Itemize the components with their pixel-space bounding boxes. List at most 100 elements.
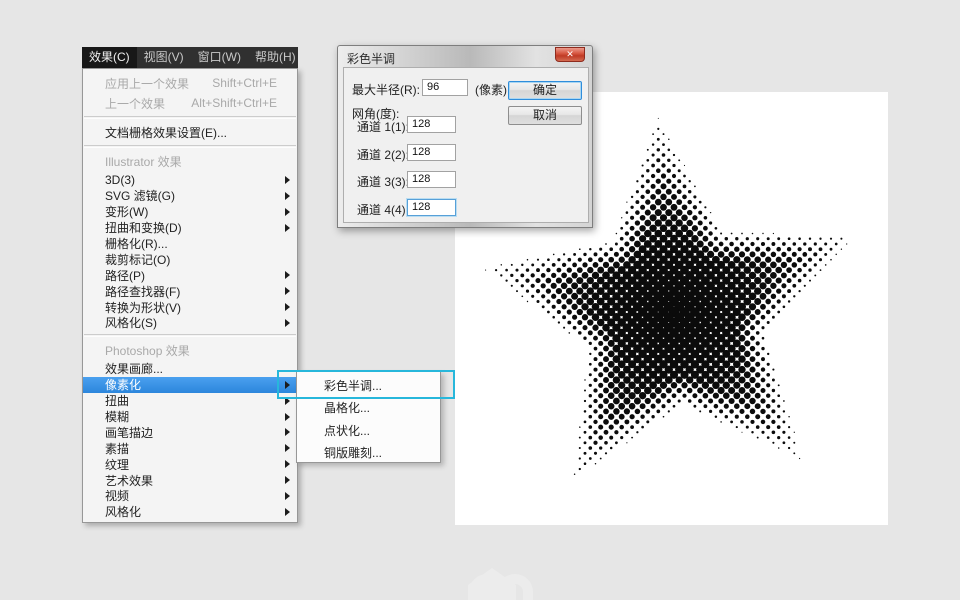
submenu-arrow-icon [285,491,290,500]
submenu-item[interactable]: 铜版雕刻... [297,442,440,465]
menubar-item[interactable]: 帮助(H) [248,47,298,68]
menubar-item[interactable]: 视图(V) [137,47,191,68]
menu-item[interactable]: 风格化(S) [83,315,297,331]
menu-item-label: Photoshop 效果 [105,343,190,358]
menu-item-label: Illustrator 效果 [105,155,182,169]
menu-item-label: 艺术效果 [105,473,154,488]
menu-item-label: 纹理 [105,457,130,472]
color-halftone-dialog: 彩色半调 ✕ 最大半径(R): 96 (像素) 网角(度): 通道 1(1): 1… [337,45,593,228]
menu-item-label: 3D(3) [105,172,136,187]
submenu-item[interactable]: 彩色半调... [297,374,440,397]
menu-item[interactable]: 风格化 [83,504,297,520]
menu-item-label: 变形(W) [105,205,149,220]
menu-item[interactable]: 栅格化(R)... [83,236,297,252]
menu-item[interactable]: 路径查找器(F) [83,283,297,299]
menu-item-label: 应用上一个效果 [105,76,190,91]
submenu-item[interactable]: 晶格化... [297,397,440,420]
submenu-arrow-icon [285,318,290,327]
submenu-arrow-icon [285,396,290,405]
menubar-item[interactable]: 窗口(W) [191,47,248,68]
submenu-arrow-icon [285,223,290,232]
submenu-arrow-icon [285,303,290,312]
menu-item-label: 路径查找器(F) [105,284,181,299]
submenu-arrow-icon [285,271,290,280]
submenu-arrow-icon [285,207,290,216]
submenu-item[interactable]: 点状化... [297,419,440,442]
menu-item[interactable]: 文档栅格效果设置(E)... [83,122,297,142]
menu-item[interactable]: 像素化 [83,376,297,393]
menu-item-label: 视频 [105,489,130,504]
menu-item[interactable]: 视频 [83,488,297,504]
channel-label: 通道 1(1): [357,120,410,134]
menu-item-label: SVG 滤镜(G) [105,189,176,204]
menu-item-label: 扭曲和变换(D) [105,221,182,236]
menu-item-label: 文档栅格效果设置(E)... [105,125,227,140]
menu-item[interactable]: 画笔描边 [83,424,297,440]
menu-item-label: 路径(P) [105,268,145,283]
menu-item[interactable]: 3D(3) [83,172,297,188]
max-radius-unit: (像素) [475,83,507,97]
close-icon: ✕ [566,49,574,59]
channel-input[interactable]: 128 [407,198,456,216]
menu-separator [84,116,296,119]
max-radius-label: 最大半径(R): [352,83,420,97]
effects-menu: 应用上一个效果 Shift+Ctrl+E 上一个效果 Alt+Shift+Ctrl+E… [82,68,298,523]
menu-item[interactable]: 效果画廊... [83,361,297,377]
menu-item[interactable]: 素描 [83,440,297,456]
menu-item-label: 扭曲 [105,394,130,409]
menu-section-header: Illustrator 效果 [83,151,297,172]
pixelate-submenu: 彩色半调... 晶格化... 点状化... 铜版雕刻... [296,371,441,463]
dialog-title: 彩色半调 [347,52,396,66]
menu-item-shortcut: Alt+Shift+Ctrl+E [191,96,277,110]
channel-label: 通道 3(3): [357,175,410,189]
menu-item-label: 素描 [105,441,130,456]
channel-label: 通道 2(2): [357,147,410,162]
menu-item[interactable]: SVG 滤镜(G) [83,188,297,204]
channel-input[interactable]: 128 [407,116,456,133]
menu-item-label: 模糊 [105,410,130,425]
menu-separator [84,145,296,148]
submenu-arrow-icon [285,444,290,453]
menu-item[interactable]: 艺术效果 [83,472,297,488]
menubar-item[interactable]: 效果(C) [82,47,137,68]
menu-separator [84,333,296,337]
submenu-arrow-icon [285,287,290,296]
menu-item[interactable]: 裁剪标记(O) [83,251,297,267]
close-button[interactable]: ✕ [555,47,585,62]
menu-item[interactable]: 转换为形状(V) [83,299,297,315]
menu-item[interactable]: 扭曲 [83,393,297,409]
channel-input[interactable]: 128 [407,143,456,161]
max-radius-input[interactable]: 96 [422,79,468,96]
menu-item-label: 效果画廊... [105,362,164,377]
menu-item[interactable]: 纹理 [83,456,297,472]
ok-button[interactable]: 确定 [508,81,582,100]
channel-label: 通道 4(4): [357,202,410,217]
menu-item-label: 转换为形状(V) [105,300,181,315]
menu-item-label: 栅格化(R)... [105,237,168,252]
submenu-arrow-icon [285,428,290,437]
menu-item: 上一个效果 Alt+Shift+Ctrl+E [83,93,297,113]
application-window: 效果(C) 视图(V) 窗口(W) 帮助(H) 应用上一个效果 Shift+Ctrl+E… [0,0,960,600]
menu-item[interactable]: 变形(W) [83,204,297,220]
menu-item-label: 上一个效果 [105,96,166,111]
menubar: 效果(C) 视图(V) 窗口(W) 帮助(H) [82,47,298,68]
submenu-arrow-icon [285,507,290,516]
channel-input[interactable]: 128 [407,171,456,188]
submenu-arrow-icon [285,460,290,469]
submenu-arrow-icon [285,191,290,200]
menu-item[interactable]: 路径(P) [83,267,297,283]
watermark-logo [468,568,533,600]
menu-item[interactable]: 模糊 [83,409,297,425]
dialog-titlebar[interactable]: 彩色半调 ✕ [338,46,592,67]
menu-item-label: 裁剪标记(O) [105,252,171,267]
menu-item-label: 风格化 [105,505,142,520]
submenu-arrow-icon [285,175,290,184]
submenu-arrow-icon [285,412,290,421]
submenu-arrow-icon [285,380,290,389]
submenu-arrow-icon [285,476,290,485]
menu-item-label: 风格化(S) [105,316,157,331]
menu-item-label: 画笔描边 [105,425,154,440]
menu-item[interactable]: 扭曲和变换(D) [83,220,297,236]
cancel-button[interactable]: 取消 [508,106,582,125]
menu-section-header: Photoshop 效果 [83,340,297,361]
